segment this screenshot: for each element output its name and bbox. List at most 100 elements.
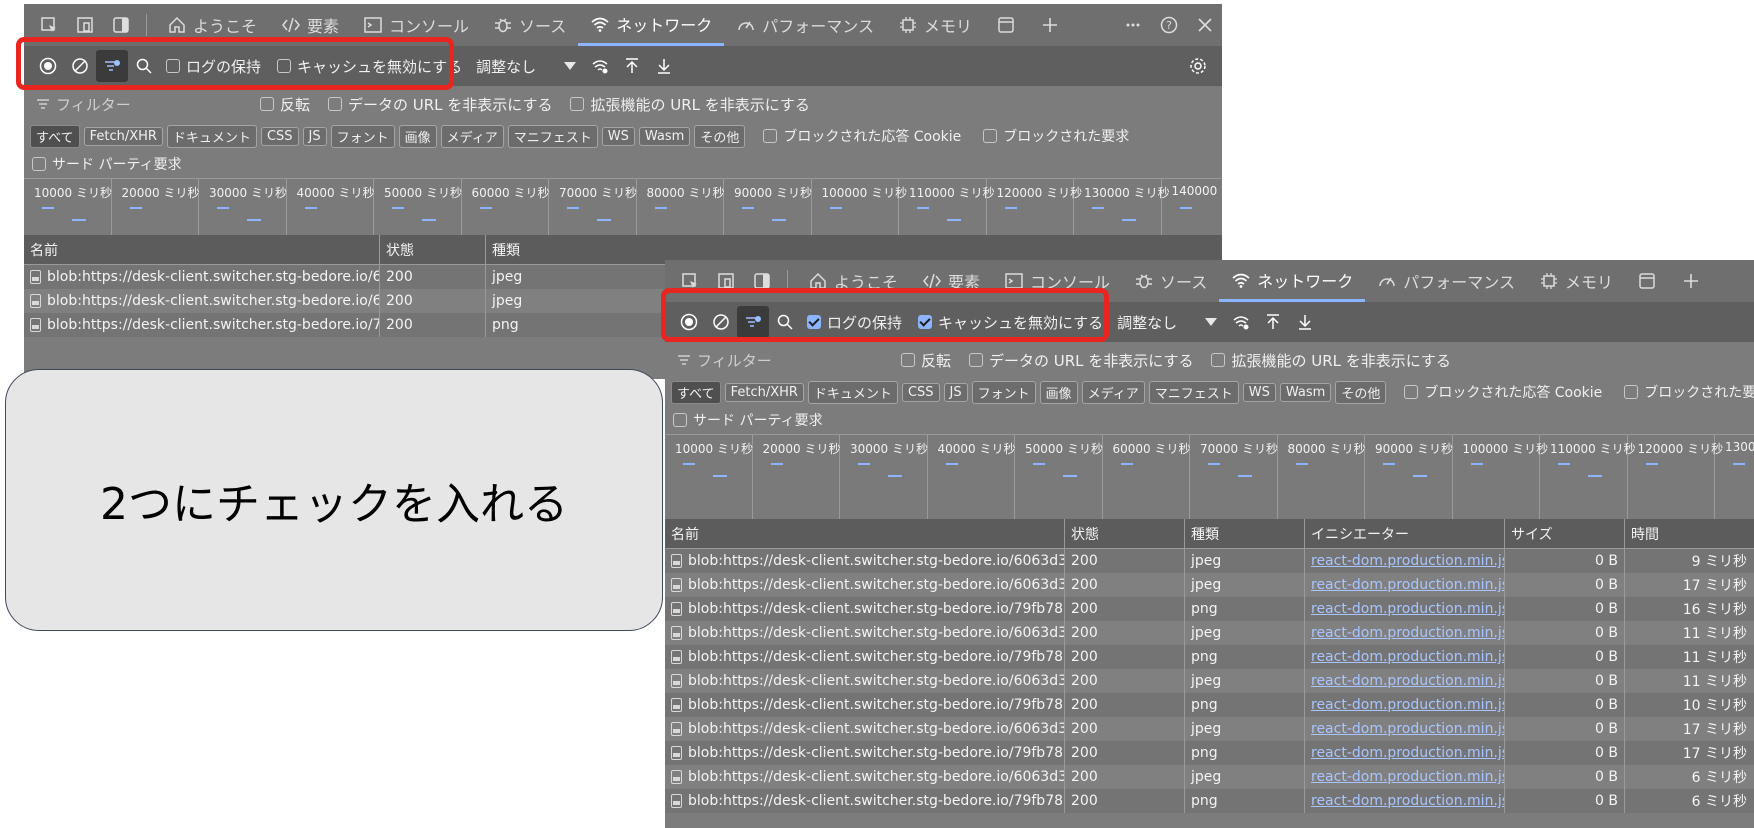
filter-input[interactable]: フィルター <box>677 350 897 371</box>
request-initiator-link[interactable]: react-dom.production.min.js:2 <box>1305 789 1505 813</box>
invert-box[interactable] <box>260 97 274 111</box>
request-initiator-link[interactable]: react-dom.production.min.js:2 <box>1305 669 1505 693</box>
hide-data-urls-checkbox[interactable]: データの URL を非表示にする <box>328 94 552 115</box>
help-icon[interactable]: ? <box>1152 8 1186 42</box>
type-filter-chip[interactable]: ドキュメント <box>807 380 898 404</box>
hide-extension-urls-box[interactable] <box>1211 353 1226 367</box>
type-filter-chip[interactable]: Wasm <box>1279 382 1332 402</box>
tab-wifi[interactable]: ネットワーク <box>578 4 725 46</box>
type-filter-chip[interactable]: すべて <box>30 124 80 148</box>
type-filter-chip[interactable]: Fetch/XHR <box>724 382 804 402</box>
import-har-icon[interactable] <box>616 50 648 82</box>
type-filter-chip[interactable]: ドキュメント <box>166 124 257 148</box>
tab-memory[interactable]: メモリ <box>1527 260 1625 302</box>
type-filter-chip[interactable]: フォント <box>971 380 1036 404</box>
request-initiator-link[interactable]: react-dom.production.min.js:2 <box>1305 717 1505 741</box>
type-filter-chip[interactable]: その他 <box>694 124 746 148</box>
network-conditions-icon[interactable] <box>1225 306 1257 338</box>
request-initiator-link[interactable]: react-dom.production.min.js:2 <box>1305 645 1505 669</box>
hide-data-urls-box[interactable] <box>328 97 343 111</box>
filter-input[interactable]: フィルター <box>36 94 256 115</box>
type-filter-chip[interactable]: フォント <box>330 124 395 148</box>
column-type[interactable]: 種類 <box>486 235 686 264</box>
add-tab-icon[interactable] <box>1028 4 1072 46</box>
type-filter-chip[interactable]: CSS <box>260 126 299 146</box>
third-party-checkbox[interactable]: サード パーティ要求 <box>673 410 823 430</box>
export-har-icon[interactable] <box>648 50 680 82</box>
request-initiator-link[interactable]: react-dom.production.min.js:2 <box>1305 741 1505 765</box>
third-party-box[interactable] <box>673 413 687 427</box>
type-filter-chip[interactable]: WS <box>1242 382 1276 402</box>
table-row[interactable]: blob:https://desk-client.switcher.stg-be… <box>665 789 1754 813</box>
table-row[interactable]: blob:https://desk-client.switcher.stg-be… <box>665 573 1754 597</box>
type-filter-chip[interactable]: マニフェスト <box>507 124 598 148</box>
tab-memory[interactable]: メモリ <box>886 4 984 46</box>
hide-data-urls-box[interactable] <box>969 353 984 367</box>
table-row[interactable]: blob:https://desk-client.switcher.stg-be… <box>665 717 1754 741</box>
table-row[interactable]: blob:https://desk-client.switcher.stg-be… <box>665 693 1754 717</box>
type-filter-chip[interactable]: JS <box>302 126 327 146</box>
blocked-requests-checkbox[interactable]: ブロックされた要 <box>1624 382 1754 402</box>
hide-extension-urls-checkbox[interactable]: 拡張機能の URL を非表示にする <box>570 94 810 115</box>
column-name[interactable]: 名前 <box>24 235 380 264</box>
invert-checkbox[interactable]: 反転 <box>901 350 951 371</box>
settings-gear-icon[interactable] <box>1182 50 1214 82</box>
tab-gauge[interactable]: パフォーマンス <box>724 4 886 46</box>
type-filter-chip[interactable]: Wasm <box>638 126 691 146</box>
more-icon[interactable] <box>1116 8 1150 42</box>
tab-bug[interactable]: ソース <box>481 4 578 46</box>
blocked-cookies-box[interactable] <box>1404 385 1419 399</box>
hide-extension-urls-checkbox[interactable]: 拡張機能の URL を非表示にする <box>1211 350 1451 371</box>
request-initiator-link[interactable]: react-dom.production.min.js:2 <box>1305 621 1505 645</box>
export-har-icon[interactable] <box>1289 306 1321 338</box>
column-initiator[interactable]: イニシエーター <box>1305 519 1505 548</box>
window-icon[interactable] <box>984 4 1028 46</box>
column-time[interactable]: 時間 <box>1625 519 1754 548</box>
type-filter-chip[interactable]: マニフェスト <box>1148 380 1239 404</box>
column-status[interactable]: 状態 <box>1065 519 1185 548</box>
type-filter-chip[interactable]: Fetch/XHR <box>83 126 163 146</box>
blocked-cookies-checkbox[interactable]: ブロックされた応答 Cookie <box>763 126 961 146</box>
type-filter-chip[interactable]: その他 <box>1335 380 1387 404</box>
blocked-requests-box[interactable] <box>983 129 998 143</box>
request-initiator-link[interactable]: react-dom.production.min.js:2 <box>1305 549 1505 573</box>
close-icon[interactable] <box>1188 8 1222 42</box>
table-row[interactable]: blob:https://desk-client.switcher.stg-be… <box>665 669 1754 693</box>
tab-wifi[interactable]: ネットワーク <box>1219 260 1366 302</box>
network-conditions-icon[interactable] <box>584 50 616 82</box>
request-initiator-link[interactable]: react-dom.production.min.js:2 <box>1305 573 1505 597</box>
tab-bug[interactable]: ソース <box>1122 260 1219 302</box>
hide-extension-urls-box[interactable] <box>570 97 585 111</box>
third-party-box[interactable] <box>32 157 46 171</box>
type-filter-chip[interactable]: メディア <box>1081 380 1145 404</box>
table-row[interactable]: blob:https://desk-client.switcher.stg-be… <box>665 549 1754 573</box>
table-row[interactable]: blob:https://desk-client.switcher.stg-be… <box>665 765 1754 789</box>
blocked-requests-checkbox[interactable]: ブロックされた要求 <box>983 126 1129 146</box>
table-row[interactable]: blob:https://desk-client.switcher.stg-be… <box>665 741 1754 765</box>
column-name[interactable]: 名前 <box>665 519 1065 548</box>
type-filter-chip[interactable]: JS <box>943 382 968 402</box>
table-row[interactable]: blob:https://desk-client.switcher.stg-be… <box>665 621 1754 645</box>
type-filter-chip[interactable]: 画像 <box>1039 380 1078 404</box>
blocked-requests-box[interactable] <box>1624 385 1639 399</box>
request-initiator-link[interactable]: react-dom.production.min.js:2 <box>1305 693 1505 717</box>
type-filter-chip[interactable]: CSS <box>901 382 940 402</box>
column-size[interactable]: サイズ <box>1505 519 1625 548</box>
type-filter-chip[interactable]: 画像 <box>398 124 437 148</box>
invert-box[interactable] <box>901 353 915 367</box>
throttling-select[interactable]: 調整なし <box>476 56 577 77</box>
column-type[interactable]: 種類 <box>1185 519 1305 548</box>
hide-data-urls-checkbox[interactable]: データの URL を非表示にする <box>969 350 1193 371</box>
blocked-cookies-box[interactable] <box>763 129 778 143</box>
tab-gauge[interactable]: パフォーマンス <box>1365 260 1527 302</box>
column-status[interactable]: 状態 <box>380 235 486 264</box>
import-har-icon[interactable] <box>1257 306 1289 338</box>
timeline-overview[interactable]: 10000 ミリ秒 20000 ミリ秒 30000 ミリ秒 40000 ミリ秒 5000… <box>665 434 1754 526</box>
type-filter-chip[interactable]: すべて <box>671 380 721 404</box>
blocked-cookies-checkbox[interactable]: ブロックされた応答 Cookie <box>1404 382 1602 402</box>
window-icon[interactable] <box>1625 260 1669 302</box>
type-filter-chip[interactable]: メディア <box>440 124 504 148</box>
request-initiator-link[interactable]: react-dom.production.min.js:2 <box>1305 597 1505 621</box>
third-party-checkbox[interactable]: サード パーティ要求 <box>32 154 182 174</box>
invert-checkbox[interactable]: 反転 <box>260 94 310 115</box>
